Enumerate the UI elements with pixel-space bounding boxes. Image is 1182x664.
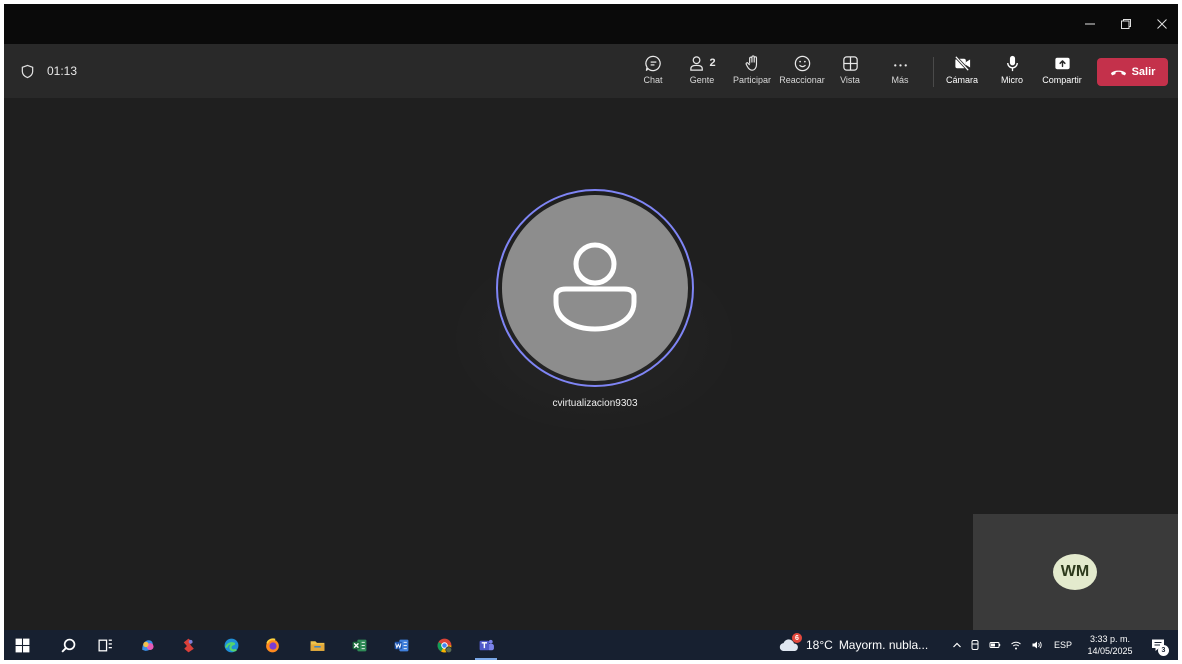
share-label: Compartir [1042,75,1082,85]
weather-widget[interactable]: 6 18°C Mayorm. nubla... [778,630,928,660]
minimize-icon [1085,23,1095,25]
start-button[interactable] [7,630,37,660]
task-view-button[interactable] [90,630,120,660]
self-view-tile[interactable]: WM [973,514,1178,630]
tray-app-icon [971,640,979,650]
chrome-profile-app[interactable] [429,630,459,660]
share-button[interactable]: Compartir [1038,52,1086,92]
task-view-icon [97,639,112,651]
wifi-icon [1011,641,1021,650]
word-icon [394,639,408,651]
notification-center-button[interactable]: 3 [1145,630,1171,660]
timer-text: 01:13 [47,64,78,78]
volume-button[interactable] [1027,630,1047,660]
more-label: Más [891,75,909,85]
self-avatar: WM [1053,554,1097,590]
restore-icon [1121,19,1131,29]
more-icon [893,63,907,67]
teams-icon [479,639,494,650]
microphone-icon [1006,55,1018,71]
camera-button[interactable]: Cámara [944,52,980,92]
toolbar-divider [933,57,934,87]
input-language[interactable]: ESP [1054,630,1072,660]
battery-button[interactable] [986,630,1004,660]
meeting-stage: cvirtualizacion9303 WM [4,98,1178,630]
weather-badge: 6 [792,633,802,643]
pinned-app-red[interactable] [173,630,203,660]
restore-button[interactable] [1108,4,1144,44]
cloudy-weather-icon: 6 [778,633,802,654]
chat-icon [644,55,661,71]
hand-icon [745,54,757,71]
firefox-icon [265,637,279,652]
excel-app[interactable] [344,630,374,660]
system-clock[interactable]: 3:33 p. m. 14/05/2025 [1079,633,1141,657]
windows-icon [15,638,29,652]
react-label: Reaccionar [779,75,825,85]
raise-hand-button[interactable]: Participar [727,52,777,92]
close-button[interactable] [1144,4,1178,44]
microphone-button[interactable]: Micro [998,52,1026,92]
speaker-icon [1032,641,1042,649]
chrome-icon [437,638,452,653]
excel-icon [352,639,366,651]
weather-temp: 18°C [806,638,833,652]
person-icon [553,242,637,332]
minimize-button[interactable] [1072,4,1108,44]
search-icon [60,638,75,653]
hang-up-icon [1110,70,1126,76]
teams-meeting-window: 01:13 Chat 2 Gente Participar Reaccionar… [4,4,1178,660]
edge-icon [224,638,238,652]
view-button[interactable]: Vista [837,52,863,92]
word-app[interactable] [386,630,416,660]
copilot-icon [141,639,154,651]
meeting-timer: 01:13 [20,44,77,98]
raise-hand-label: Participar [732,75,771,85]
shield-icon [21,64,34,78]
folder-icon [310,640,324,651]
chat-label: Chat [643,75,663,85]
clock-date: 14/05/2025 [1087,646,1133,656]
leave-button[interactable]: Salir [1097,58,1168,86]
view-label: Vista [840,75,860,85]
search-button[interactable] [53,630,83,660]
chevron-up-icon [953,642,961,648]
grid-view-icon [842,55,858,71]
participant-name: cvirtualizacion9303 [552,398,638,409]
people-count: 2 [709,57,716,69]
notification-count: 3 [1158,645,1169,656]
people-button[interactable]: 2 Gente [685,52,719,92]
battery-icon [989,642,1001,648]
weather-text: Mayorm. nubla... [838,638,929,652]
emoji-icon [794,55,810,71]
camera-label: Cámara [945,75,978,85]
clock-time: 3:33 p. m. [1089,634,1131,644]
leave-label: Salir [1131,66,1156,78]
windows-taskbar: 6 18°C Mayorm. nubla... ESP 3:33 p. m. 1… [4,630,1178,660]
network-button[interactable] [1007,630,1025,660]
camera-off-icon [954,55,970,71]
show-hidden-icons-button[interactable] [948,630,966,660]
meeting-toolbar: 01:13 Chat 2 Gente Participar Reaccionar… [4,44,1178,98]
edge-app[interactable] [216,630,246,660]
participant-avatar[interactable] [502,195,688,381]
file-explorer-app[interactable] [302,630,332,660]
share-icon [1054,57,1070,69]
close-icon [1157,19,1167,29]
react-button[interactable]: Reaccionar [776,52,828,92]
app-red-icon [183,638,194,652]
teams-app[interactable] [471,630,501,660]
chat-button[interactable]: Chat [640,52,666,92]
copilot-app[interactable] [132,630,162,660]
firefox-app[interactable] [257,630,287,660]
tray-app-button[interactable] [966,630,984,660]
people-icon [690,55,704,71]
microphone-label: Micro [1001,75,1023,85]
more-button[interactable]: Más [888,52,912,92]
people-label: Gente [689,75,715,85]
title-bar [4,4,1178,44]
